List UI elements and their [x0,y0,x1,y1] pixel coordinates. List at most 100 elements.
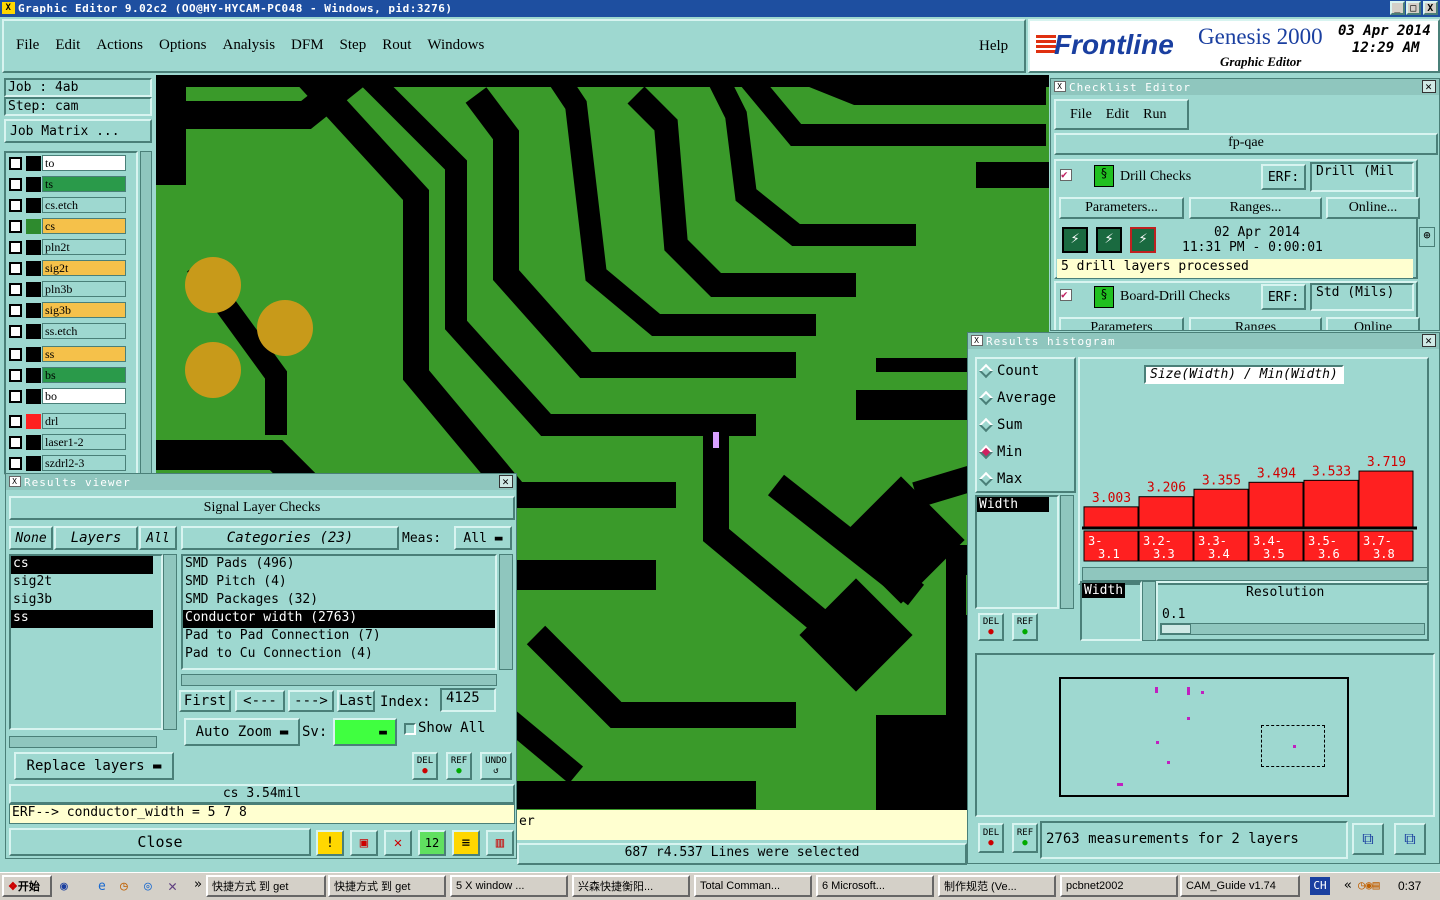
close-button[interactable]: X [1423,1,1438,15]
result-layer-item[interactable]: sig3b [11,592,153,610]
menu-edit[interactable]: Edit [55,37,80,54]
minimize-button[interactable]: _ [1390,1,1405,15]
meas-select[interactable]: All ▬ [454,526,512,550]
erf-value[interactable]: Std (Mils) [1310,283,1414,311]
option-max[interactable]: Max [978,471,1022,487]
none-button[interactable]: None [9,526,53,550]
prev-button[interactable]: <--- [235,690,285,712]
layer-name[interactable]: to [42,155,126,171]
result-layer-scrollbar[interactable] [163,554,177,730]
taskbar-item[interactable]: 6 Microsoft... [816,875,934,897]
layer-row[interactable]: to [6,155,136,172]
layer-name[interactable]: sig2t [42,260,126,276]
categories-button[interactable]: Categories (23) [181,526,399,550]
option-min[interactable]: Min [978,444,1022,460]
layer-row[interactable]: ts [6,176,136,193]
stop-icon[interactable]: ⚡ [1130,227,1156,253]
layer-name[interactable]: cs [42,218,126,234]
auto-zoom-select[interactable]: Auto Zoom ▬ [184,718,300,746]
layer-row[interactable]: ss.etch [6,323,136,340]
field-item[interactable]: Width [977,497,1049,512]
browser-icon[interactable]: ◎ [144,879,152,894]
option-count[interactable]: Count [978,363,1039,379]
taskbar-item[interactable]: Total Comman... [694,875,812,897]
resolution-slider[interactable] [1160,623,1425,635]
taskbar-item[interactable]: 快捷方式 到 get [206,875,326,897]
layer-color-chip[interactable] [26,368,41,383]
close-icon[interactable]: ✕ [499,475,513,488]
menu-analysis[interactable]: Analysis [223,37,276,54]
layer-name[interactable]: laser1-2 [42,434,126,450]
layer-color-chip[interactable] [26,324,41,339]
close-results-button[interactable]: Close [9,828,311,856]
checklist-menu-edit[interactable]: Edit [1106,107,1129,123]
layer-checkbox[interactable] [9,436,22,449]
layer-name[interactable]: ss.etch [42,323,126,339]
menu-windows[interactable]: Windows [427,37,484,54]
index-input[interactable]: 4125 [440,688,496,712]
del-button[interactable]: DEL ● [978,823,1004,853]
menu-actions[interactable]: Actions [96,37,143,54]
replace-layers-select[interactable]: Replace layers ▬ [14,752,174,780]
category-item[interactable]: SMD Pads (496) [183,556,495,574]
histogram-bar[interactable] [1193,488,1249,528]
result-layer-item[interactable]: ss [11,610,153,628]
layer-color-chip[interactable] [26,282,41,297]
taskbar-item[interactable]: pcbnet2002 [1060,875,1178,897]
run-action-icon[interactable]: ⚡ [1096,227,1122,253]
online-button[interactable]: Online... [1326,197,1420,219]
all-button[interactable]: All [139,526,177,550]
layer-checkbox[interactable] [9,220,22,233]
report-icon[interactable]: ▣ [350,830,378,856]
layer-color-chip[interactable] [26,347,41,362]
ranges-button[interactable]: Ranges... [1189,197,1322,219]
taskbar-item[interactable]: 兴森快捷衡阳... [572,875,690,897]
del-button[interactable]: DEL ● [412,752,438,780]
erf-button[interactable]: ERF: [1261,284,1306,310]
layer-checkbox[interactable] [9,262,22,275]
notes-icon[interactable]: ≡ [452,830,480,856]
menu-step[interactable]: Step [340,37,367,54]
layer-name[interactable]: pln3b [42,281,126,297]
del-button[interactable]: DEL ● [978,613,1004,641]
ranges-button[interactable]: Ranges [1189,317,1322,330]
board-drill-checkbox[interactable]: ✔ [1060,289,1072,301]
layer-color-chip[interactable] [26,156,41,171]
layer-name[interactable]: drl [42,413,126,429]
next-button[interactable]: ---> [288,690,334,712]
online-button[interactable]: Online [1326,317,1420,330]
layer-row[interactable]: pln2t [6,239,136,256]
layers-button[interactable]: Layers [54,526,138,550]
category-item[interactable]: Pad to Cu Connection (4) [183,646,495,664]
job-matrix-button[interactable]: Job Matrix ... [4,119,152,143]
numbered-icon[interactable]: 12 [418,830,446,856]
ref-button[interactable]: REF ● [446,752,472,780]
alert-icon[interactable]: ! [316,830,344,856]
x-icon[interactable]: ✕ [168,877,177,895]
histogram-bar[interactable] [1248,481,1304,528]
menu-file[interactable]: File [16,37,39,54]
layer-checkbox[interactable] [9,390,22,403]
erf-button[interactable]: ERF: [1261,164,1306,190]
menu-rout[interactable]: Rout [382,37,411,54]
layer-row[interactable]: ss [6,346,136,363]
last-button[interactable]: Last [337,690,375,712]
checklist-menu-file[interactable]: File [1070,107,1092,123]
layer-color-chip[interactable] [26,177,41,192]
taskbar-item[interactable]: 快捷方式 到 get [328,875,446,897]
result-layer-item[interactable]: sig2t [11,574,153,592]
category-item[interactable]: Pad to Pad Connection (7) [183,628,495,646]
histogram-bar[interactable] [1138,496,1194,528]
category-scrollbar[interactable] [499,554,513,670]
layer-row[interactable]: bs [6,367,136,384]
layer-name[interactable]: sig3b [42,302,126,318]
layer-row[interactable]: sig3b [6,302,136,319]
checklist-menu-run[interactable]: Run [1143,107,1166,123]
result-layer-hscroll[interactable] [9,736,157,748]
layer-name[interactable]: ss [42,346,126,362]
layer-name[interactable]: bo [42,388,126,404]
menu-options[interactable]: Options [159,37,207,54]
minimap[interactable] [975,653,1435,817]
width-scrollbar[interactable] [1142,581,1156,641]
layer-checkbox[interactable] [9,325,22,338]
